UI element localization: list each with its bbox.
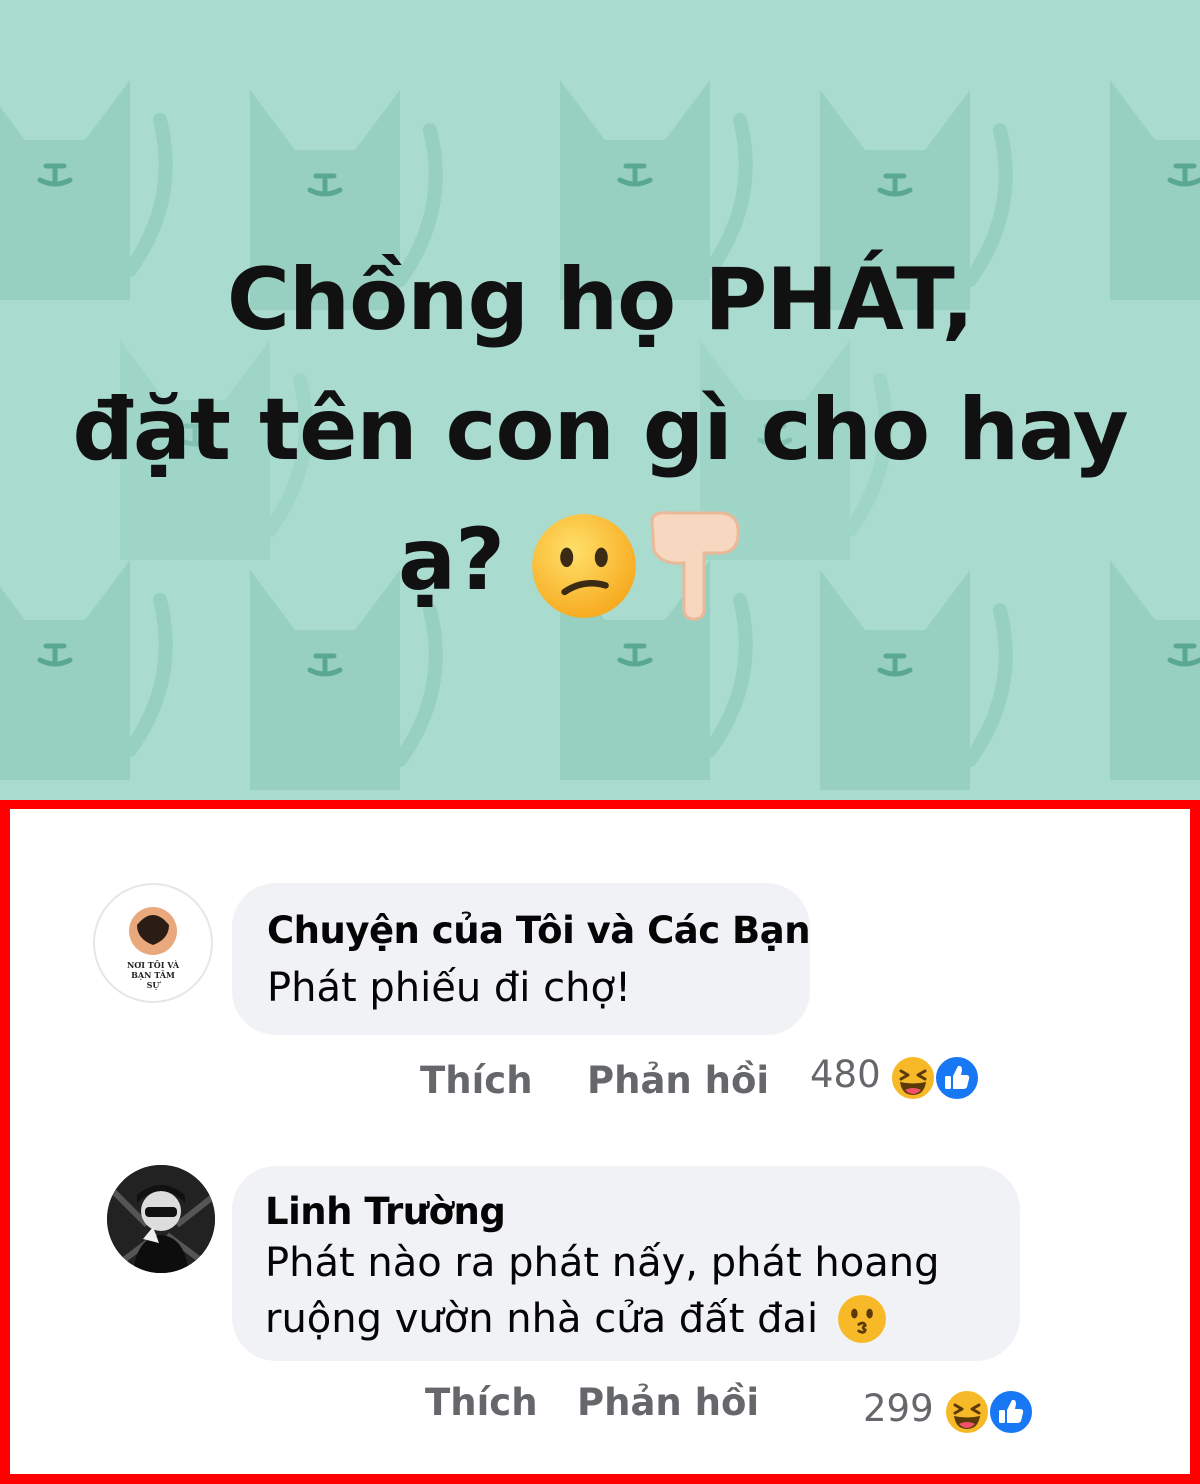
post-text: Chồng họ PHÁT, đặt tên con gì cho hay ạ?: [0, 235, 1200, 625]
svg-text:SỰ: SỰ: [147, 980, 162, 990]
page-logo-icon: NƠI TÔI VÀ BẠN TÂM SỰ: [127, 907, 180, 990]
reply-button[interactable]: Phản hồi: [587, 1059, 769, 1102]
post-background: Chồng họ PHÁT, đặt tên con gì cho hay ạ?: [0, 0, 1200, 800]
confused-face-icon: [532, 513, 636, 618]
post-line-3: ạ?: [0, 495, 1200, 625]
like-icon[interactable]: [988, 1389, 1034, 1435]
comment-text: Phát phiếu đi chợ!: [267, 965, 631, 1011]
post-line-1: Chồng họ PHÁT,: [226, 250, 974, 350]
reaction-count[interactable]: 480: [810, 1053, 881, 1096]
avatar[interactable]: [107, 1165, 215, 1273]
post-line-3-text: ạ?: [398, 510, 505, 610]
post-line-2: đặt tên con gì cho hay: [72, 380, 1128, 480]
haha-icon[interactable]: [944, 1389, 990, 1435]
like-icon[interactable]: [934, 1055, 980, 1101]
avatar-logo-text: NƠI TÔI VÀ: [127, 960, 180, 970]
like-button[interactable]: Thích: [425, 1381, 538, 1424]
comment-author[interactable]: Chuyện của Tôi và Các Bạn: [267, 909, 811, 952]
like-button[interactable]: Thích: [420, 1059, 533, 1102]
reaction-count[interactable]: 299: [863, 1387, 934, 1430]
comment-text-line-2-text: ruộng vườn nhà cửa đất đai: [265, 1296, 819, 1342]
comment-text-line-2: ruộng vườn nhà cửa đất đai: [265, 1291, 887, 1347]
haha-icon[interactable]: [890, 1055, 936, 1101]
reply-button[interactable]: Phản hồi: [577, 1381, 759, 1424]
comment-author[interactable]: Linh Trường: [265, 1190, 506, 1233]
pointing-down-hand-icon: [650, 510, 740, 621]
comment-text-line-1: Phát nào ra phát nấy, phát hoang: [265, 1240, 940, 1286]
comments-panel: NƠI TÔI VÀ BẠN TÂM SỰ Chuyện của Tôi và …: [0, 800, 1200, 1484]
avatar[interactable]: NƠI TÔI VÀ BẠN TÂM SỰ: [93, 883, 213, 1003]
svg-text:BẠN TÂM: BẠN TÂM: [131, 970, 175, 980]
kissing-face-icon: [837, 1295, 886, 1343]
user-photo-icon: [107, 1165, 215, 1273]
